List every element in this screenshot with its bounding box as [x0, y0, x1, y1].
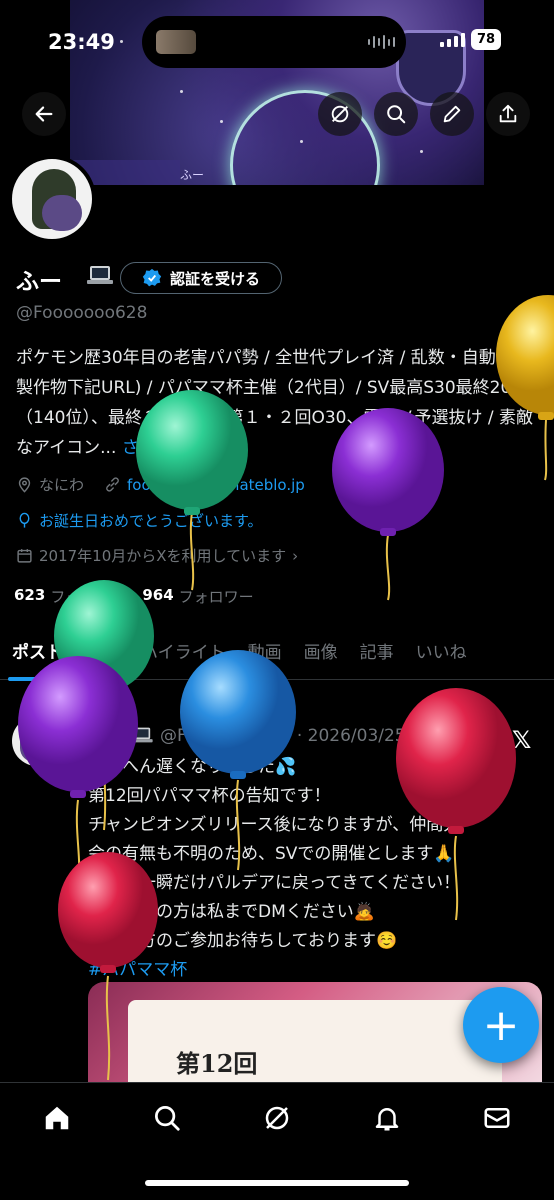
tab-images[interactable]: 画像 — [293, 632, 349, 679]
edit-profile-button[interactable] — [430, 92, 474, 136]
post-line: 参加希望の方は私までDMください🙇 — [88, 902, 375, 922]
tab-replies[interactable]: 返信 — [74, 632, 130, 679]
post-line: 第12回パパママ杯の告知です！ — [88, 786, 331, 806]
post-header: ふー @Fooooooo628 · 2026/03/25 — [90, 726, 406, 751]
post-line: チャンピオンズリリース後になりますが、仲間大 — [88, 815, 461, 835]
avatar-pokemon — [42, 195, 82, 231]
post-author-name[interactable]: ふー — [90, 726, 124, 751]
tab-highlights[interactable]: ハイライト — [130, 632, 237, 679]
battery-indicator: 78 — [471, 29, 501, 50]
banner-tag: ふー — [180, 168, 205, 182]
calendar-icon — [17, 549, 32, 563]
profile-bio: ポケモン歴30年目の老害パパ勢 / 全世代プレイ済 / 乱数・自動化勢製作物下記… — [16, 343, 546, 463]
following-count[interactable]: 623 — [14, 586, 45, 607]
status-time: 23:49 — [48, 30, 115, 54]
post-line: この日一瞬だけパルデアに戻ってきてください！ — [88, 873, 461, 893]
edit-icon — [443, 105, 461, 123]
link-icon — [106, 477, 119, 492]
get-verified-button[interactable]: 認証を受ける — [120, 262, 282, 294]
pinned-label: 固定 — [79, 701, 106, 716]
profile-name: ふー — [16, 269, 62, 295]
chevron-right-icon: › — [292, 546, 299, 565]
pinned-indicator: 固定 — [60, 697, 105, 716]
tab-likes[interactable]: いいね — [405, 632, 478, 679]
back-icon — [35, 106, 53, 122]
post-body[interactable]: たいへん遅くなりました💦 第12回パパママ杯の告知です！ チャンピオンズリリース… — [88, 753, 548, 985]
home-indicator — [145, 1180, 409, 1186]
grok-button[interactable] — [318, 92, 362, 136]
profile-avatar[interactable] — [8, 155, 96, 243]
notifications-icon[interactable] — [372, 1103, 402, 1133]
follow-stats: 623 フォロー中 964 フォロワー — [14, 586, 254, 607]
tab-articles[interactable]: 記事 — [349, 632, 405, 679]
home-icon[interactable] — [42, 1103, 72, 1133]
post-line: 沢山の方のご参加お待ちしております☺️ — [88, 931, 398, 951]
show-more-link[interactable]: さらに表示 — [122, 438, 207, 458]
share-button[interactable] — [486, 92, 530, 136]
messages-icon[interactable] — [482, 1103, 512, 1133]
laptop-emoji-icon — [87, 266, 113, 284]
grok-icon[interactable] — [262, 1103, 292, 1133]
verify-label: 認証を受ける — [169, 269, 260, 288]
post-author-avatar[interactable] — [12, 716, 62, 766]
pin-icon — [61, 701, 72, 712]
location-icon — [18, 477, 31, 493]
post-line: 会の有無も不明のため、SVでの開催とします🙏 — [88, 844, 455, 864]
profile-meta-location-website: なにわ fooooooo628.hateblo.jp — [16, 474, 305, 495]
media-thumbnail — [156, 30, 196, 54]
x-logo-icon: 𝕏 — [512, 726, 532, 754]
location-text: なにわ — [39, 476, 85, 494]
joined-text: 2017年10月からXを利用しています — [39, 547, 287, 565]
compose-post-button[interactable]: + — [463, 987, 539, 1063]
signal-icon — [440, 33, 465, 47]
search-icon — [387, 105, 406, 124]
profile-meta-birthday: お誕生日おめでとうございます。 — [16, 510, 263, 531]
grok-icon — [331, 105, 349, 123]
balloon-icon — [19, 512, 30, 528]
birthday-text: お誕生日おめでとうございます。 — [39, 512, 263, 530]
bio-text: ポケモン歴30年目の老害パパ勢 / 全世代プレイ済 / 乱数・自動化勢製作物下記… — [16, 348, 534, 458]
profile-meta-joined[interactable]: 2017年10月からXを利用しています › — [16, 545, 298, 566]
profile-handle: @Fooooooo628 — [16, 303, 148, 323]
search-button[interactable] — [374, 92, 418, 136]
tab-posts[interactable]: ポスト — [0, 632, 74, 681]
followers-label[interactable]: フォロワー — [179, 586, 254, 607]
post-line: たいへん遅くなりました💦 — [88, 757, 297, 777]
post-image-title: 第12回 — [176, 1049, 258, 1078]
search-icon[interactable] — [152, 1103, 182, 1133]
back-button[interactable] — [22, 92, 66, 136]
dynamic-island — [142, 16, 406, 68]
tab-videos[interactable]: 動画 — [237, 632, 293, 679]
post-handle-date[interactable]: @Fooooooo628 · 2026/03/25 — [160, 726, 406, 751]
verified-badge-icon — [142, 268, 162, 287]
profile-tabs: ポスト 返信 ハイライト 動画 画像 記事 いいね — [0, 632, 554, 681]
post-hashtag[interactable]: #パパママ杯 — [88, 956, 548, 985]
following-label[interactable]: フォロー中 — [50, 586, 125, 607]
laptop-emoji-icon — [131, 727, 153, 743]
share-icon — [499, 104, 517, 123]
audio-wave-icon — [368, 34, 395, 50]
followers-count[interactable]: 964 — [142, 586, 173, 607]
website-link[interactable]: fooooooo628.hateblo.jp — [127, 476, 305, 494]
